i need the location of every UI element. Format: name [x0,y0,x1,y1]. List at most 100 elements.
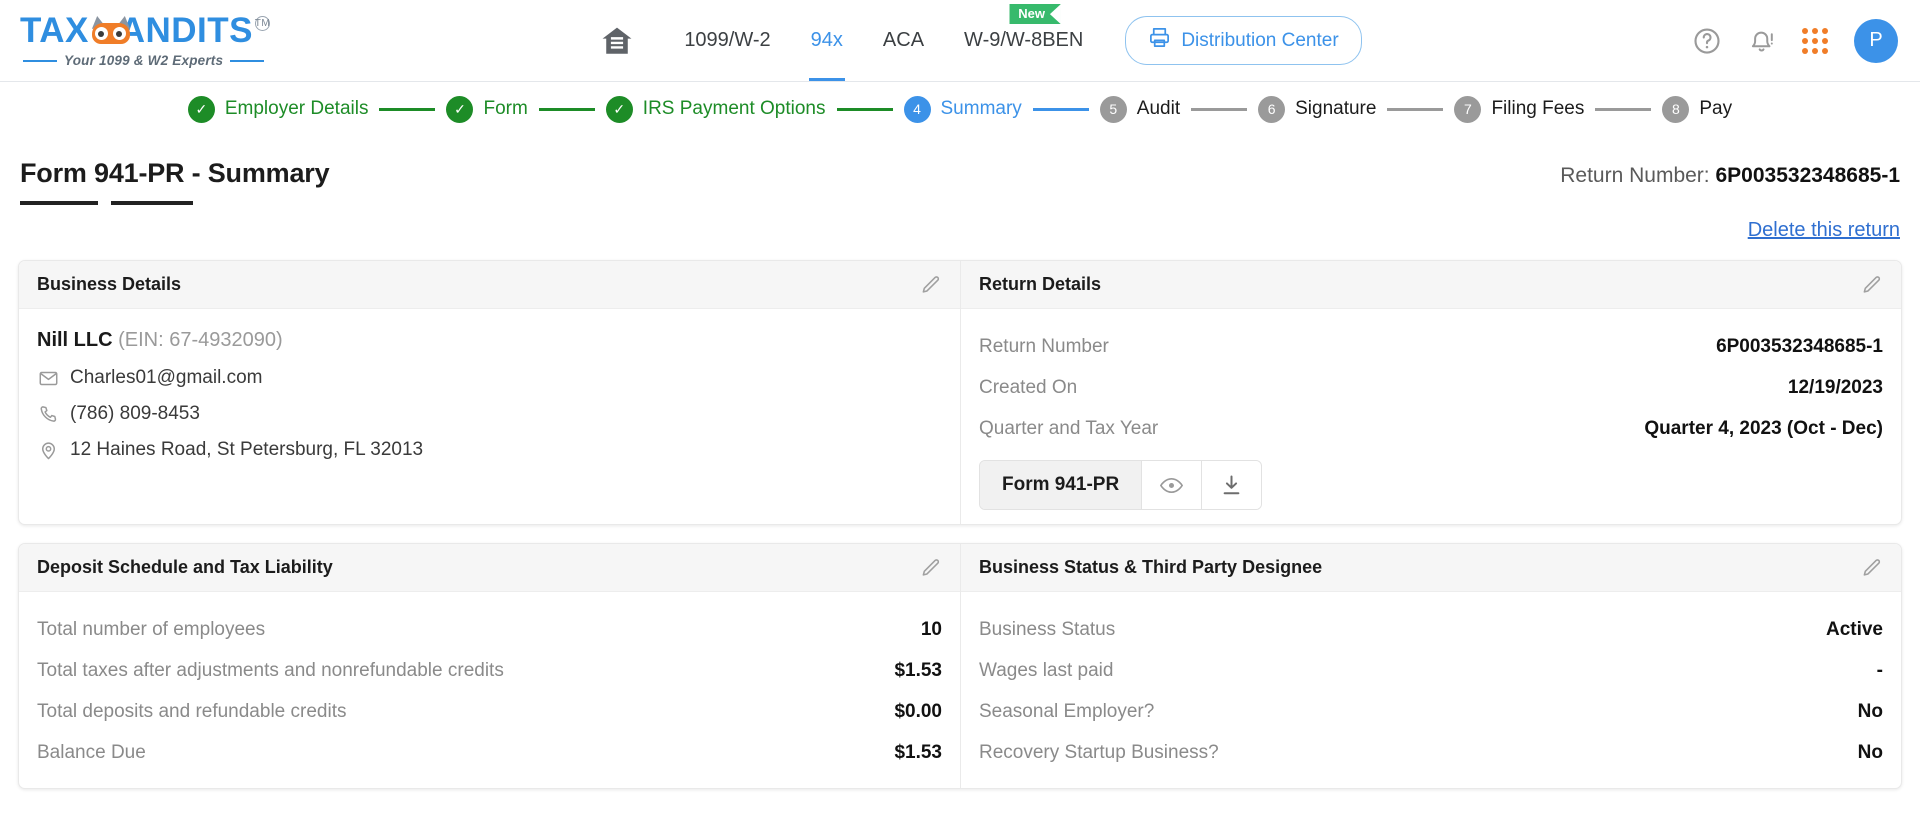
step-connector [1191,107,1248,111]
business-status-body: Business Status Active Wages last paid -… [961,592,1901,788]
step-connector [1032,107,1089,111]
main-navigation: 1099/W-2 94x ACA New W-9/W-8BEN Distribu… [270,0,1692,81]
step-label: Filing Fees [1491,98,1585,119]
help-circle-icon[interactable] [1692,26,1722,56]
step-connector [1595,107,1652,111]
brand-name-part2: ANDITS [119,11,253,50]
avatar[interactable]: P [1854,18,1898,63]
step-connector [1387,107,1444,111]
nav-item-94x[interactable]: 94x [791,0,863,81]
business-phone: (786) 809-8453 [70,403,200,424]
nav-item-1099-w2[interactable]: 1099/W-2 [664,0,790,81]
row-value: Quarter 4, 2023 (Oct - Dec) [1644,418,1883,439]
table-row: Seasonal Employer? No [979,692,1883,733]
distribution-center-label: Distribution Center [1181,29,1339,51]
row-value: 12/19/2023 [1787,377,1883,398]
row-label: Business Status [979,619,1116,640]
header-actions: P [1692,18,1898,63]
grid-apps-icon[interactable] [1802,27,1828,54]
title-underline-decoration [20,201,329,205]
business-status-header: Business Status & Third Party Designee [961,544,1901,592]
step-signature[interactable]: 6 Signature [1258,95,1376,123]
progress-stepper: ✓ Employer Details ✓ Form ✓ IRS Payment … [0,82,1920,136]
row-value: $1.53 [894,660,942,681]
row-label: Balance Due [37,742,146,763]
envelope-icon [37,368,59,389]
table-row: Wages last paid - [979,651,1883,692]
eye-icon[interactable] [1141,461,1202,509]
business-details-card: Business Details Nill LLC (EIN: 67-49320… [19,261,960,524]
step-number: 6 [1258,95,1286,123]
nav-item-aca[interactable]: ACA [863,0,944,81]
row-value: Active [1825,619,1883,640]
nav-label: ACA [882,29,925,51]
trademark-icon: TM [255,16,270,31]
step-summary[interactable]: 4 Summary [903,95,1022,123]
step-label: IRS Payment Options [642,98,826,119]
row-label: Created On [979,377,1078,398]
step-number: 7 [1454,95,1482,123]
row-label: Total deposits and refundable credits [37,701,347,722]
business-phone-row: (786) 809-8453 [37,403,942,425]
row-value: 10 [920,619,942,640]
brand-tagline-row: Your 1099 & W2 Experts [20,53,270,68]
nav-item-w9-w8ben[interactable]: New W-9/W-8BEN [944,0,1103,81]
row-value: $0.00 [894,701,942,722]
return-number-label: Return Number: [1560,164,1710,187]
step-pay[interactable]: 8 Pay [1662,95,1732,123]
card-title: Business Status & Third Party Designee [979,557,1323,577]
phone-icon [37,404,59,425]
top-cards-container: Business Details Nill LLC (EIN: 67-49320… [18,260,1902,525]
step-audit[interactable]: 5 Audit [1099,95,1181,123]
home-icon[interactable] [600,24,634,58]
summary-card-row-1: Business Details Nill LLC (EIN: 67-49320… [18,260,1902,525]
step-filing-fees[interactable]: 7 Filing Fees [1454,95,1585,123]
new-badge: New [1009,4,1061,25]
step-label: Employer Details [224,98,369,119]
step-label: Summary [940,98,1022,119]
brand-logo[interactable]: TAX ANDITS TM Your 1099 & W2 Experts [20,13,270,68]
pencil-icon[interactable] [1861,557,1883,579]
delete-return-link[interactable]: Delete this return [18,219,1902,242]
summary-card-row-2: Deposit Schedule and Tax Liability Total… [18,543,1902,789]
row-label: Quarter and Tax Year [979,418,1159,439]
card-title: Return Details [979,274,1102,294]
table-row: Return Number 6P003532348685-1 [979,327,1883,368]
row-label: Seasonal Employer? [979,701,1155,722]
owl-mascot-icon [90,14,132,44]
pencil-icon[interactable] [1861,274,1883,296]
return-details-card: Return Details Return Number 6P003532348… [960,261,1901,524]
return-details-header: Return Details [961,261,1901,309]
row-label: Total number of employees [37,619,266,640]
brand-logo-wordmark: TAX ANDITS TM [20,13,270,48]
step-irs-payment-options[interactable]: ✓ IRS Payment Options [605,95,826,123]
step-check-icon: ✓ [605,95,633,123]
row-value: - [1876,660,1883,681]
bell-alert-icon[interactable] [1748,27,1776,55]
table-row: Created On 12/19/2023 [979,368,1883,409]
table-row: Total number of employees 10 [37,610,942,651]
nav-label: W-9/W-8BEN [964,29,1084,51]
business-name-row: Nill LLC (EIN: 67-4932090) [37,327,942,353]
printer-icon [1148,26,1171,55]
distribution-center-button[interactable]: Distribution Center [1125,16,1362,65]
tagline-rule-left [23,59,57,62]
return-number-display: Return Number: 6P003532348685-1 [1560,158,1900,188]
pencil-icon[interactable] [920,274,942,296]
business-details-header: Business Details [19,261,960,309]
app-header: TAX ANDITS TM Your 1099 & W2 Experts 109… [0,0,1920,82]
table-row: Total deposits and refundable credits $0… [37,692,942,733]
step-employer-details[interactable]: ✓ Employer Details [187,95,369,123]
download-icon[interactable] [1201,461,1262,509]
step-connector [836,107,893,111]
row-value: No [1857,742,1883,763]
table-row: Total taxes after adjustments and nonref… [37,651,942,692]
row-label: Wages last paid [979,660,1114,681]
business-address-row: 12 Haines Road, St Petersburg, FL 32013 [37,439,942,461]
step-form[interactable]: ✓ Form [446,95,528,123]
pencil-icon[interactable] [920,557,942,579]
page-title-block: Form 941-PR - Summary [20,158,330,205]
table-row: Quarter and Tax Year Quarter 4, 2023 (Oc… [979,409,1883,450]
card-title: Business Details [37,274,182,294]
step-label: Audit [1136,98,1181,119]
